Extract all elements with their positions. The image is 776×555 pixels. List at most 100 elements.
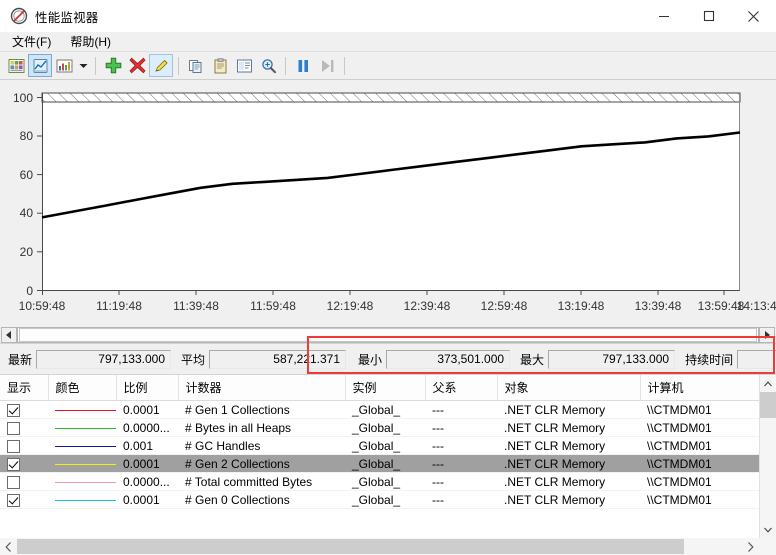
stat-duration-value: 3:13:59 — [737, 349, 776, 369]
properties-icon[interactable] — [232, 54, 256, 77]
show-counter-checkbox[interactable] — [7, 421, 20, 435]
stat-latest: 最新 797,133.000 — [2, 349, 172, 369]
column-header-parent[interactable]: 父系 — [425, 375, 498, 401]
graph-scroll-track[interactable] — [17, 326, 759, 343]
graph-scroll-left-button[interactable] — [1, 326, 17, 343]
cell-show — [0, 490, 48, 509]
minimize-button[interactable] — [641, 0, 686, 32]
column-header-scale[interactable]: 比例 — [116, 375, 179, 401]
stat-minimum-label: 最小 — [358, 352, 383, 367]
paste-counter-list-icon[interactable] — [208, 54, 232, 77]
stat-maximum-value: 797,133.000 — [548, 349, 676, 369]
cell-instance: _Global_ — [345, 472, 425, 491]
cell-scale: 0.0000... — [116, 472, 178, 491]
counter-list-panel[interactable]: 显示 颜色 比例 计数器 实例 父系 对象 计算机 0.0001 # Gen 1 … — [0, 374, 776, 555]
counter-list-horizontal-scrollbar[interactable] — [0, 538, 776, 555]
show-counter-checkbox[interactable] — [7, 457, 20, 471]
maximize-button[interactable] — [686, 0, 731, 32]
svg-text:100: 100 — [13, 91, 33, 105]
freeze-display-icon[interactable] — [291, 54, 315, 77]
column-header-instance[interactable]: 实例 — [345, 375, 426, 401]
performance-graph[interactable]: 100 80 60 40 20 0 10:59:48 11:19:48 11:3… — [0, 80, 776, 326]
view-report-icon[interactable] — [4, 54, 28, 77]
xtick-5: 12:39:48 — [404, 299, 451, 313]
show-counter-checkbox[interactable] — [7, 439, 20, 453]
graph-scroll-thumb[interactable] — [19, 327, 757, 342]
show-counter-checkbox[interactable] — [7, 475, 20, 489]
cell-computer: \\CTMDM01 — [640, 400, 760, 419]
statistics-bar: 最新 797,133.000 平均 587,221.371 最小 373,501… — [0, 336, 776, 374]
counter-color-swatch — [55, 463, 116, 465]
close-button[interactable] — [731, 0, 776, 32]
stat-minimum: 最小 373,501.000 — [352, 349, 511, 369]
cell-show — [0, 454, 48, 473]
toolbar — [0, 51, 776, 80]
column-header-show[interactable]: 显示 — [0, 375, 49, 401]
scroll-down-button[interactable] — [760, 521, 776, 538]
add-counter-icon[interactable] — [101, 54, 125, 77]
chevron-down-icon[interactable] — [76, 54, 90, 77]
svg-text:80: 80 — [20, 129, 34, 143]
hscroll-thumb[interactable] — [17, 539, 684, 554]
zoom-icon[interactable] — [256, 54, 280, 77]
xtick-4: 12:19:48 — [327, 299, 374, 313]
cell-instance: _Global_ — [345, 490, 425, 509]
cell-scale: 0.0001 — [116, 490, 178, 509]
stat-duration-label: 持续时间 — [685, 352, 734, 367]
view-histogram-icon[interactable] — [52, 54, 76, 77]
table-row[interactable]: 0.0001 # Gen 1 Collections _Global_ --- .NET… — [0, 400, 760, 419]
table-row[interactable]: 0.0001 # Gen 2 Collections _Global_ --- .NET… — [0, 454, 760, 473]
xtick-6: 12:59:48 — [481, 299, 528, 313]
column-header-color[interactable]: 颜色 — [48, 375, 117, 401]
hscroll-track[interactable] — [17, 538, 742, 555]
menu-file[interactable]: 文件(F) — [8, 32, 60, 52]
hscroll-right-button[interactable] — [742, 538, 759, 555]
stat-latest-value: 797,133.000 — [36, 349, 172, 369]
highlight-icon[interactable] — [149, 54, 173, 77]
xtick-3: 11:59:48 — [250, 299, 296, 313]
view-graph-icon[interactable] — [28, 54, 52, 77]
cell-object: .NET CLR Memory — [497, 472, 640, 491]
cell-object: .NET CLR Memory — [497, 454, 640, 473]
table-row[interactable]: 0.001 # GC Handles _Global_ --- .NET CLR Mem… — [0, 436, 760, 455]
hscroll-left-button[interactable] — [0, 538, 17, 555]
cell-parent: --- — [425, 454, 497, 473]
counter-color-swatch — [55, 409, 116, 411]
scroll-up-button[interactable] — [760, 375, 776, 392]
cell-color[interactable] — [48, 400, 116, 419]
column-header-object[interactable]: 对象 — [497, 375, 641, 401]
counter-color-swatch — [55, 481, 116, 483]
show-counter-checkbox[interactable] — [7, 403, 20, 417]
column-header-computer[interactable]: 计算机 — [640, 375, 761, 401]
vertical-scroll-thumb[interactable] — [760, 392, 776, 418]
counter-list-vertical-scrollbar[interactable] — [759, 375, 776, 538]
cell-computer: \\CTMDM01 — [640, 472, 760, 491]
cell-color[interactable] — [48, 472, 116, 491]
table-row[interactable]: 0.0000... # Bytes in all Heaps _Global_ ---… — [0, 418, 760, 437]
cell-counter: # Gen 1 Collections — [178, 400, 345, 419]
update-data-icon[interactable] — [315, 54, 339, 77]
cell-counter: # GC Handles — [178, 436, 345, 455]
cell-color[interactable] — [48, 490, 116, 509]
copy-properties-icon[interactable] — [184, 54, 208, 77]
graph-scroll-right-button[interactable] — [759, 326, 775, 343]
show-counter-checkbox[interactable] — [7, 493, 20, 507]
table-row[interactable]: 0.0000... # Total committed Bytes _Global_… — [0, 472, 760, 491]
counter-color-swatch — [55, 427, 116, 429]
cell-show — [0, 400, 48, 419]
cell-computer: \\CTMDM01 — [640, 418, 760, 437]
cell-color[interactable] — [48, 454, 116, 473]
cell-color[interactable] — [48, 436, 116, 455]
delete-counter-icon[interactable] — [125, 54, 149, 77]
column-header-counter[interactable]: 计数器 — [178, 375, 346, 401]
toolbar-separator-1 — [95, 56, 96, 75]
cell-color[interactable] — [48, 418, 116, 437]
stat-average-value: 587,221.371 — [209, 349, 347, 369]
toolbar-separator-3 — [285, 56, 286, 75]
xtick-0: 10:59:48 — [19, 299, 66, 313]
table-row[interactable]: 0.0001 # Gen 0 Collections _Global_ --- .NET… — [0, 490, 760, 509]
stat-average-label: 平均 — [181, 352, 206, 367]
graph-horizontal-scrollbar[interactable] — [0, 326, 776, 343]
cell-show — [0, 418, 48, 437]
menu-help[interactable]: 帮助(H) — [66, 32, 120, 52]
